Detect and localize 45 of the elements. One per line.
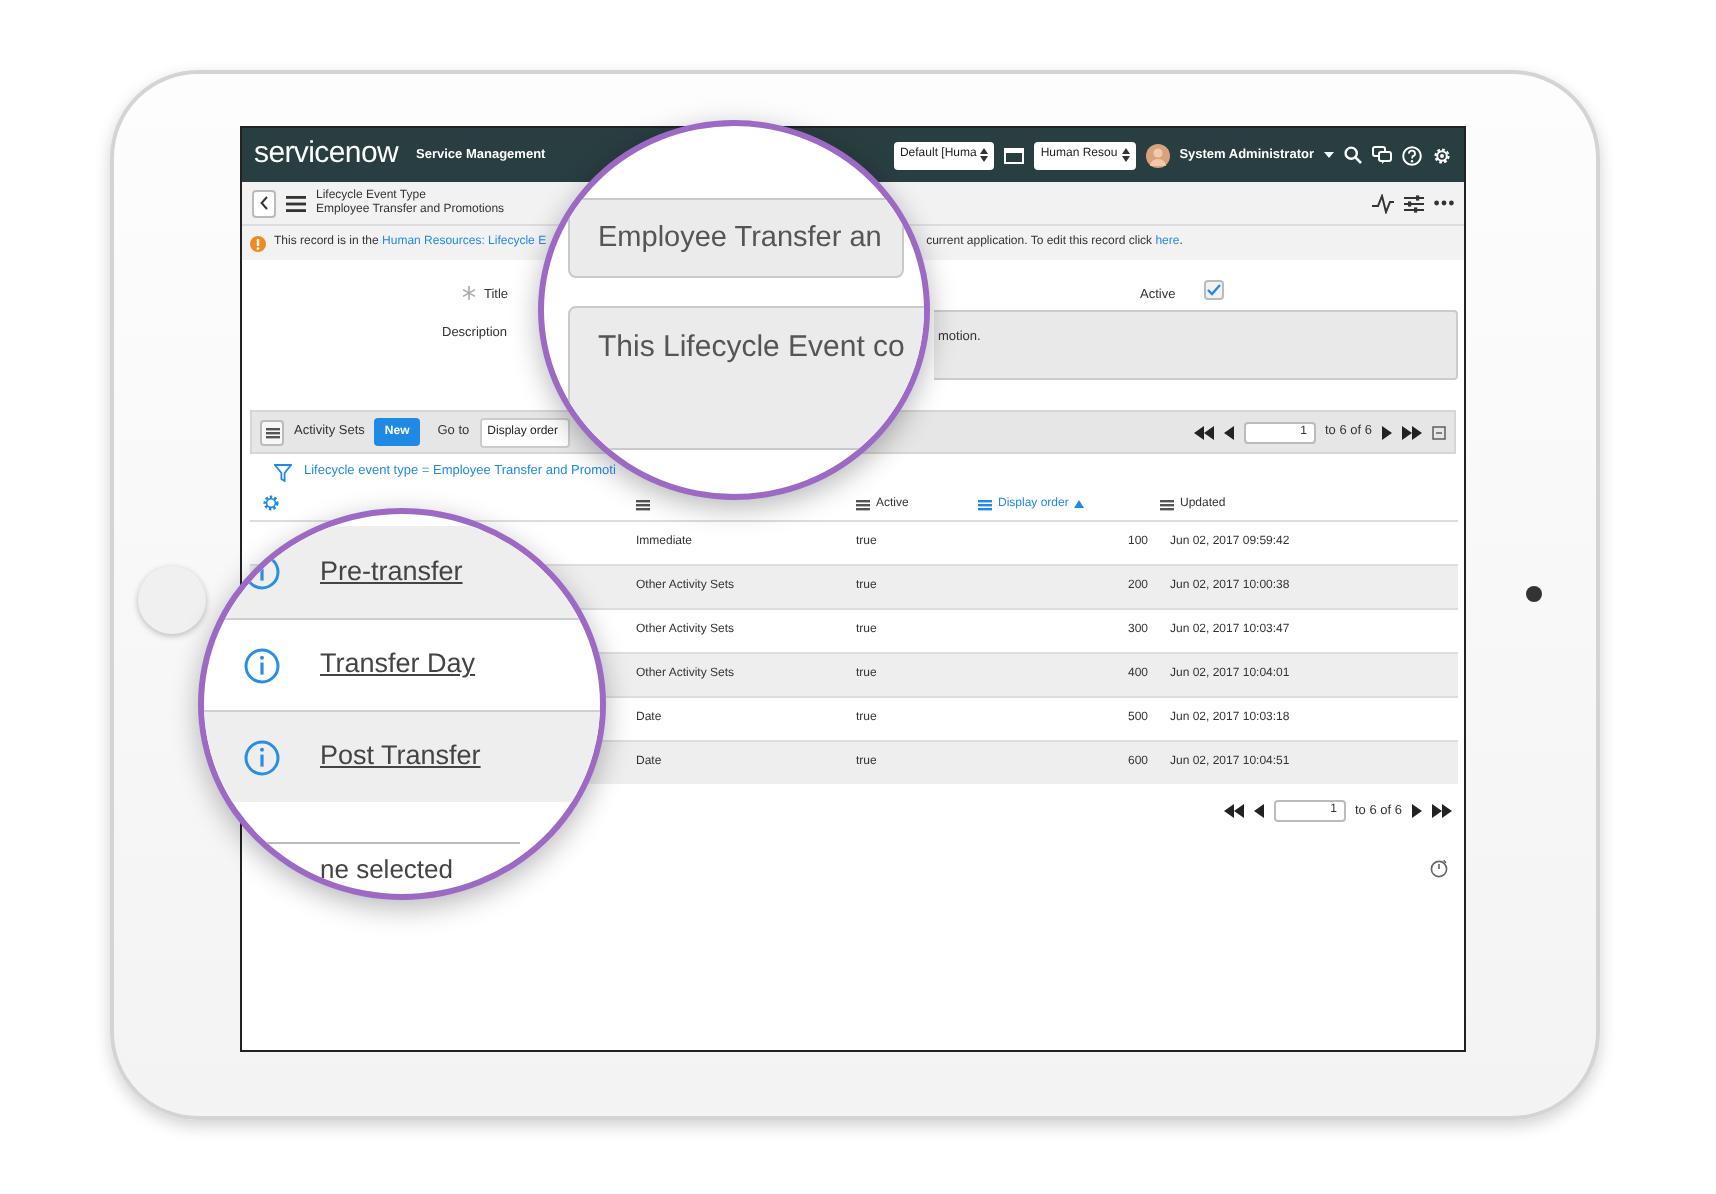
previous-page-button[interactable] bbox=[1223, 425, 1233, 439]
caret-icon bbox=[980, 148, 989, 162]
list-icon bbox=[265, 425, 279, 439]
first-page-button[interactable] bbox=[1223, 804, 1243, 818]
caret-icon bbox=[1121, 148, 1130, 162]
caret-icon bbox=[1324, 152, 1334, 158]
sliders-icon[interactable] bbox=[1404, 193, 1424, 213]
monitor-icon[interactable] bbox=[1004, 147, 1025, 163]
logo: servicenow bbox=[254, 134, 399, 175]
info-icon[interactable] bbox=[244, 647, 280, 683]
back-icon bbox=[260, 196, 268, 210]
next-page-button[interactable] bbox=[1382, 425, 1392, 439]
title-field[interactable]: Employee Transfer an bbox=[568, 198, 904, 278]
last-page-button[interactable] bbox=[1402, 425, 1422, 439]
description-field[interactable]: This Lifecycle Event co bbox=[568, 306, 924, 450]
record-link[interactable]: Transfer Day bbox=[320, 644, 476, 686]
warning-icon bbox=[250, 235, 266, 251]
info-icon[interactable] bbox=[244, 739, 280, 775]
search-icon[interactable] bbox=[1344, 146, 1362, 164]
column-menu-icon[interactable] bbox=[856, 497, 870, 512]
record-link[interactable]: Post Transfer bbox=[320, 736, 481, 778]
more-icon[interactable] bbox=[1434, 200, 1454, 206]
avatar-icon bbox=[1145, 143, 1170, 167]
last-page-button[interactable] bbox=[1432, 804, 1452, 818]
collapse-icon[interactable] bbox=[1432, 425, 1446, 439]
help-icon[interactable] bbox=[1402, 145, 1422, 165]
column-menu-icon[interactable] bbox=[1160, 497, 1174, 512]
next-page-button[interactable] bbox=[1412, 804, 1422, 818]
list-menu-button[interactable] bbox=[260, 419, 284, 445]
timer-icon bbox=[1430, 858, 1448, 878]
chat-icon[interactable] bbox=[1372, 146, 1392, 164]
back-button[interactable] bbox=[252, 189, 276, 217]
active-checkbox[interactable] bbox=[1204, 280, 1224, 300]
column-menu-icon[interactable] bbox=[978, 497, 992, 512]
info-icon[interactable] bbox=[244, 554, 280, 590]
column-menu-icon[interactable] bbox=[636, 497, 650, 512]
filter-icon[interactable] bbox=[274, 463, 292, 481]
first-page-button[interactable] bbox=[1193, 425, 1213, 439]
menu-icon[interactable] bbox=[286, 195, 306, 211]
selection-status: ne selected bbox=[318, 852, 455, 888]
camera-icon bbox=[1526, 586, 1542, 602]
activity-icon[interactable] bbox=[1372, 193, 1394, 213]
previous-page-button[interactable] bbox=[1253, 804, 1263, 818]
sort-ascending-icon bbox=[1074, 500, 1085, 509]
record-link[interactable]: Pre-transfer bbox=[320, 551, 463, 593]
